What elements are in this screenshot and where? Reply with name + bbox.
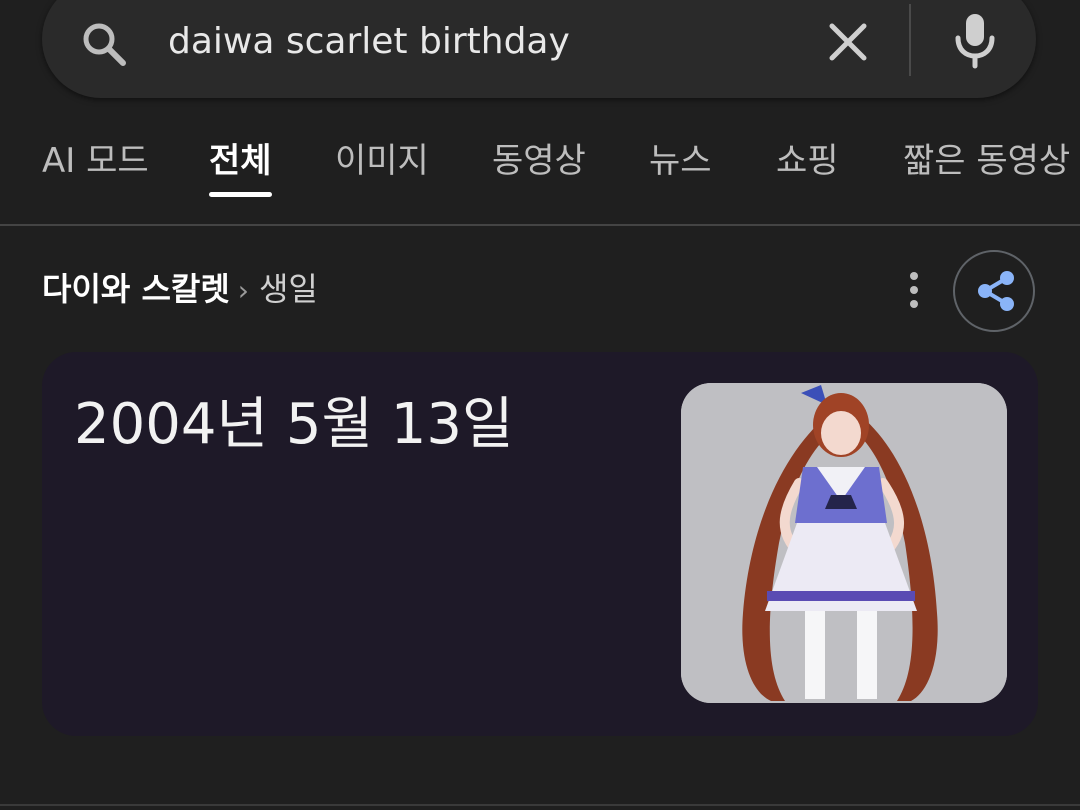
microphone-icon[interactable] — [950, 10, 1000, 70]
search-input[interactable]: daiwa scarlet birthday — [168, 14, 570, 70]
character-illustration — [681, 383, 1007, 703]
tab-news[interactable]: 뉴스 — [649, 136, 712, 186]
tab-videos[interactable]: 동영상 — [492, 136, 586, 186]
search-icon[interactable] — [78, 18, 130, 70]
breadcrumb-entity[interactable]: 다이와 스칼렛 — [42, 270, 230, 308]
share-button[interactable] — [953, 250, 1035, 332]
active-tab-indicator — [209, 192, 272, 197]
character-thumbnail[interactable] — [681, 383, 1007, 703]
search-tabs: AI 모드 전체 이미지 동영상 뉴스 쇼핑 짧은 동영상 — [0, 120, 1080, 224]
answer-card: 2004년 5월 13일 — [42, 352, 1038, 736]
breadcrumb: 다이와 스칼렛 › 생일 — [42, 266, 318, 312]
more-vert-icon[interactable] — [896, 268, 932, 312]
share-icon — [978, 271, 1014, 311]
search-divider — [909, 4, 911, 76]
close-icon[interactable] — [822, 16, 874, 68]
breadcrumb-attribute: 생일 — [258, 270, 318, 308]
birthday-answer: 2004년 5월 13일 — [74, 392, 514, 457]
tab-all[interactable]: 전체 — [209, 136, 272, 186]
tab-shopping[interactable]: 쇼핑 — [776, 136, 839, 186]
tab-short-videos[interactable]: 짧은 동영상 — [903, 136, 1070, 186]
breadcrumb-separator: › — [237, 274, 249, 307]
bottom-divider — [0, 804, 1080, 806]
tabs-divider — [0, 224, 1080, 226]
tab-images[interactable]: 이미지 — [335, 136, 429, 186]
tab-ai-mode[interactable]: AI 모드 — [42, 136, 149, 186]
search-results-page: daiwa scarlet birthday AI 모드 전체 이미지 동영상 … — [0, 0, 1080, 810]
